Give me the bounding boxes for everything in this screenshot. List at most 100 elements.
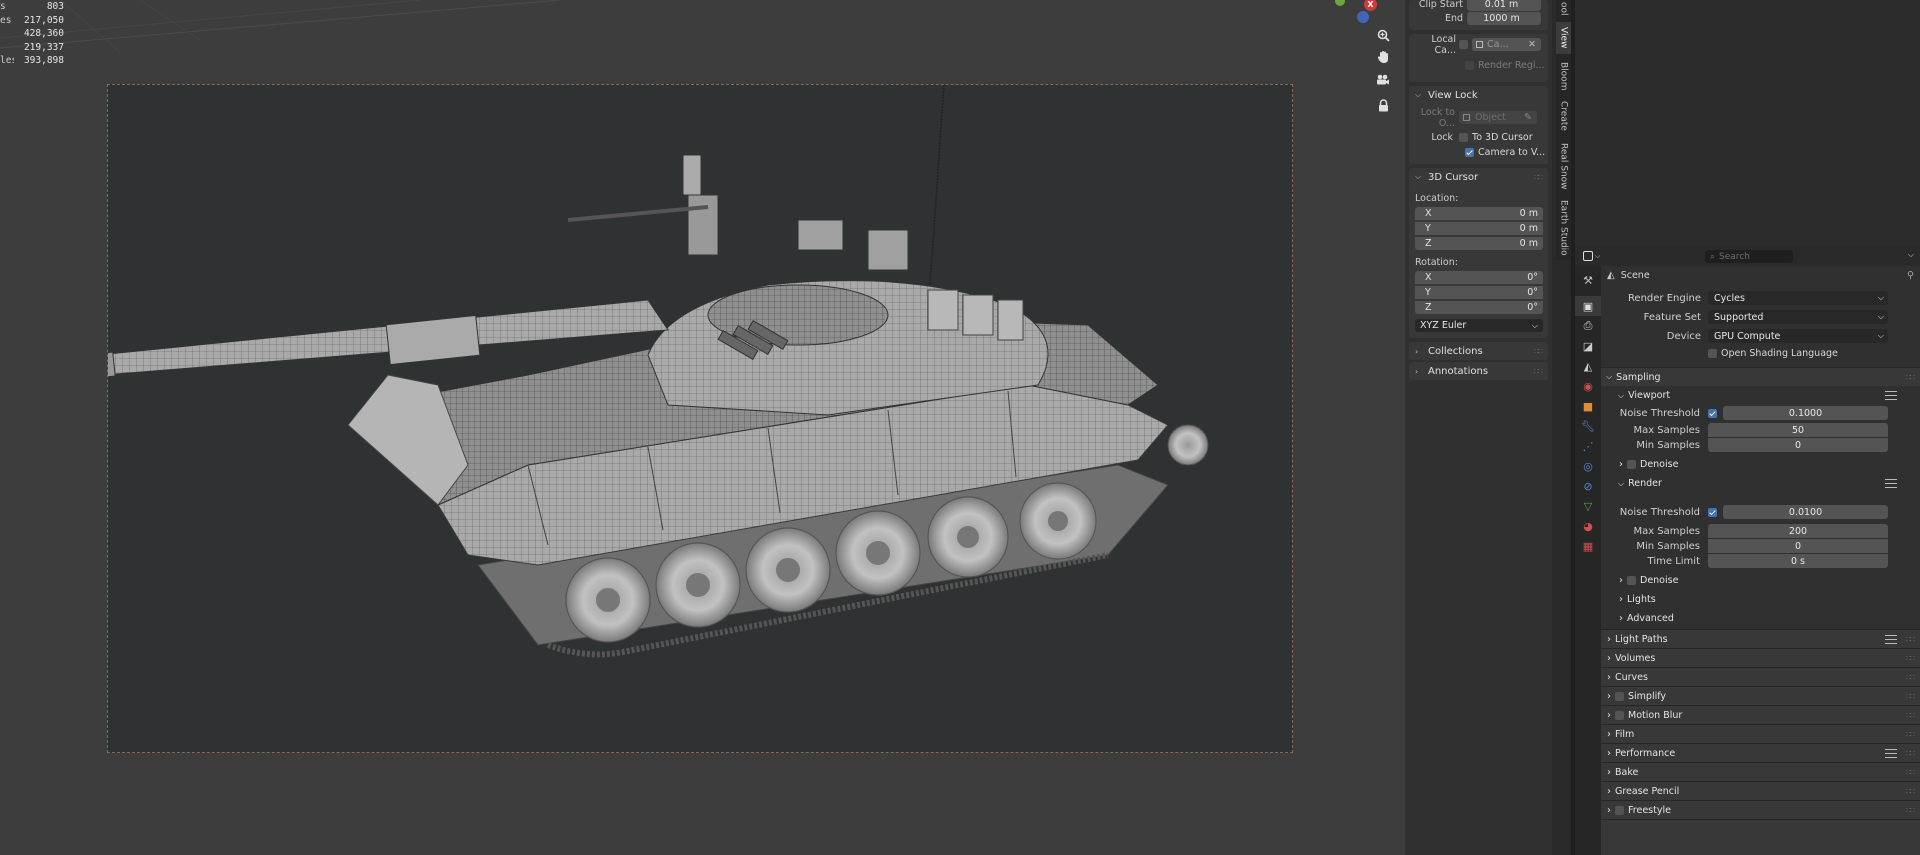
eyedropper-icon[interactable]: ✎ [1524, 112, 1532, 123]
vp-max-samples-field[interactable]: 50 [1708, 423, 1888, 437]
next-panel-header[interactable] [1601, 819, 1920, 855]
r-noise-threshold-checkbox[interactable] [1708, 508, 1717, 517]
constraints-tab-icon[interactable]: ⊘ [1575, 476, 1601, 496]
r-time-limit-field[interactable]: 0 s [1708, 554, 1888, 568]
performance-header[interactable]: › Performance ∷∷ [1601, 743, 1920, 762]
view-lock-header[interactable]: ⌵ View Lock [1409, 86, 1548, 104]
clear-icon[interactable]: ✕ [1528, 39, 1536, 50]
rotation-y-field[interactable]: Y 0° [1415, 286, 1543, 299]
presets-list-icon[interactable] [1885, 749, 1897, 758]
osl-checkbox[interactable] [1708, 349, 1717, 358]
tab-create[interactable]: Create [1556, 98, 1571, 134]
simplify-header[interactable]: › Simplify ∷∷ [1601, 686, 1920, 705]
drag-handle-icon[interactable]: ∷∷ [1906, 654, 1915, 663]
lock-to-object-field[interactable]: Object ✎ [1459, 111, 1537, 124]
3d-viewport[interactable]: s803 es217,050 428,360 219,337 les393,89… [0, 0, 1405, 855]
grease-pencil-header[interactable]: › Grease Pencil ∷∷ [1601, 781, 1920, 800]
to-3d-cursor-checkbox[interactable] [1459, 133, 1468, 142]
drag-handle-icon[interactable]: ∷∷ [1906, 768, 1915, 777]
motion-blur-checkbox[interactable] [1615, 710, 1624, 720]
film-header[interactable]: › Film ∷∷ [1601, 724, 1920, 743]
scene-tab-icon[interactable]: ◭ [1575, 356, 1601, 376]
view-layer-tab-icon[interactable]: ◪ [1575, 336, 1601, 356]
r-denoise-subheader[interactable]: › Denoise [1601, 571, 1920, 590]
r-denoise-checkbox[interactable] [1627, 576, 1636, 585]
drag-handle-icon[interactable]: ∷∷ [1906, 806, 1915, 815]
location-y-field[interactable]: Y0 m [1415, 222, 1543, 235]
drag-handle-icon[interactable]: ∷∷ [1906, 692, 1915, 701]
r-noise-threshold-field[interactable]: 0.0100 [1723, 505, 1888, 519]
light-paths-header[interactable]: › Light Paths ∷∷ [1601, 629, 1920, 648]
drag-handle-icon[interactable]: ∷∷ [1534, 173, 1543, 182]
presets-list-icon[interactable] [1885, 635, 1897, 644]
modifier-tab-icon[interactable]: 🔧︎ [1575, 416, 1601, 436]
zoom-icon[interactable] [1374, 26, 1392, 44]
chevron-down-icon[interactable]: ⌵ [1908, 250, 1914, 260]
tab-view[interactable]: View [1556, 22, 1571, 54]
collections-header[interactable]: › Collections ∷∷ [1409, 342, 1548, 360]
drag-handle-icon[interactable]: ∷∷ [1906, 373, 1915, 382]
volumes-header[interactable]: › Volumes ∷∷ [1601, 648, 1920, 667]
render-subheader[interactable]: ⌵ Render [1601, 474, 1920, 493]
drag-handle-icon[interactable]: ∷∷ [1906, 673, 1915, 682]
tool-tab-icon[interactable]: ⚒ [1575, 270, 1601, 290]
render-region-checkbox[interactable] [1465, 61, 1474, 70]
drag-handle-icon[interactable]: ∷∷ [1906, 787, 1915, 796]
output-tab-icon[interactable]: ⎙ [1575, 316, 1601, 336]
freestyle-header[interactable]: › Freestyle ∷∷ [1601, 800, 1920, 819]
r-min-samples-field[interactable]: 0 [1708, 539, 1888, 553]
sampling-header[interactable]: ⌵ Sampling ∷∷ [1601, 367, 1920, 386]
render-tab-icon[interactable]: ▣ [1575, 296, 1601, 316]
local-camera-field[interactable]: Ca... ✕ [1472, 38, 1541, 51]
vp-noise-threshold-checkbox[interactable] [1708, 409, 1717, 418]
presets-list-icon[interactable] [1885, 479, 1897, 488]
motion-blur-header[interactable]: › Motion Blur ∷∷ [1601, 705, 1920, 724]
presets-list-icon[interactable] [1885, 391, 1897, 400]
lock-icon[interactable] [1374, 96, 1392, 114]
annotations-header[interactable]: › Annotations ∷∷ [1409, 362, 1548, 380]
drag-handle-icon[interactable]: ∷∷ [1906, 730, 1915, 739]
data-tab-icon[interactable]: ▽ [1575, 496, 1601, 516]
3d-cursor-header[interactable]: ⌵ 3D Cursor ∷∷ [1409, 168, 1548, 186]
pan-hand-icon[interactable] [1374, 48, 1392, 66]
simplify-checkbox[interactable] [1615, 691, 1624, 701]
viewport-subheader[interactable]: ⌵ Viewport [1601, 386, 1920, 405]
drag-handle-icon[interactable]: ∷∷ [1906, 711, 1915, 720]
rotation-mode-dropdown[interactable]: XYZ Euler ⌵ [1415, 319, 1543, 332]
pin-icon[interactable]: ⚲ [1907, 270, 1914, 281]
axis-z-gizmo[interactable] [1357, 11, 1369, 23]
curves-header[interactable]: › Curves ∷∷ [1601, 667, 1920, 686]
device-dropdown[interactable]: GPU Compute ⌵ [1708, 329, 1888, 343]
r-max-samples-field[interactable]: 200 [1708, 524, 1888, 538]
clip-start-field[interactable]: 0.01 m [1467, 0, 1541, 11]
physics-tab-icon[interactable]: ◎ [1575, 456, 1601, 476]
location-x-field[interactable]: X0 m [1415, 207, 1543, 220]
material-tab-icon[interactable]: ◕ [1575, 516, 1601, 536]
tank-model[interactable] [108, 85, 1294, 754]
freestyle-checkbox[interactable] [1615, 805, 1624, 815]
camera-to-view-checkbox[interactable] [1465, 148, 1474, 157]
drag-handle-icon[interactable]: ∷∷ [1906, 749, 1915, 758]
tab-real-snow[interactable]: Real Snow [1556, 138, 1571, 194]
rotation-x-field[interactable]: X 0° [1415, 271, 1543, 284]
camera-view-icon[interactable] [1374, 71, 1392, 89]
rotation-z-field[interactable]: Z 0° [1415, 301, 1543, 314]
location-z-field[interactable]: Z0 m [1415, 237, 1543, 250]
feature-set-dropdown[interactable]: Supported ⌵ [1708, 310, 1888, 324]
world-tab-icon[interactable]: ◉ [1575, 376, 1601, 396]
tab-earth-studio[interactable]: Earth Studio [1556, 198, 1571, 258]
drag-handle-icon[interactable]: ∷∷ [1906, 635, 1915, 644]
vp-denoise-checkbox[interactable] [1627, 460, 1636, 469]
texture-tab-icon[interactable]: ▦ [1575, 536, 1601, 556]
clip-end-field[interactable]: 1000 m [1467, 12, 1541, 25]
render-engine-dropdown[interactable]: Cycles ⌵ [1708, 291, 1888, 305]
bake-header[interactable]: › Bake ∷∷ [1601, 762, 1920, 781]
vp-noise-threshold-field[interactable]: 0.1000 [1723, 406, 1888, 420]
object-tab-icon[interactable]: ■ [1575, 396, 1601, 416]
advanced-subheader[interactable]: › Advanced [1601, 609, 1920, 628]
tab-bloom[interactable]: Bloom [1556, 58, 1571, 94]
vp-denoise-subheader[interactable]: › Denoise [1601, 455, 1920, 474]
local-camera-checkbox[interactable] [1459, 40, 1468, 49]
drag-handle-icon[interactable]: ∷∷ [1534, 347, 1543, 356]
lights-subheader[interactable]: › Lights [1601, 590, 1920, 609]
